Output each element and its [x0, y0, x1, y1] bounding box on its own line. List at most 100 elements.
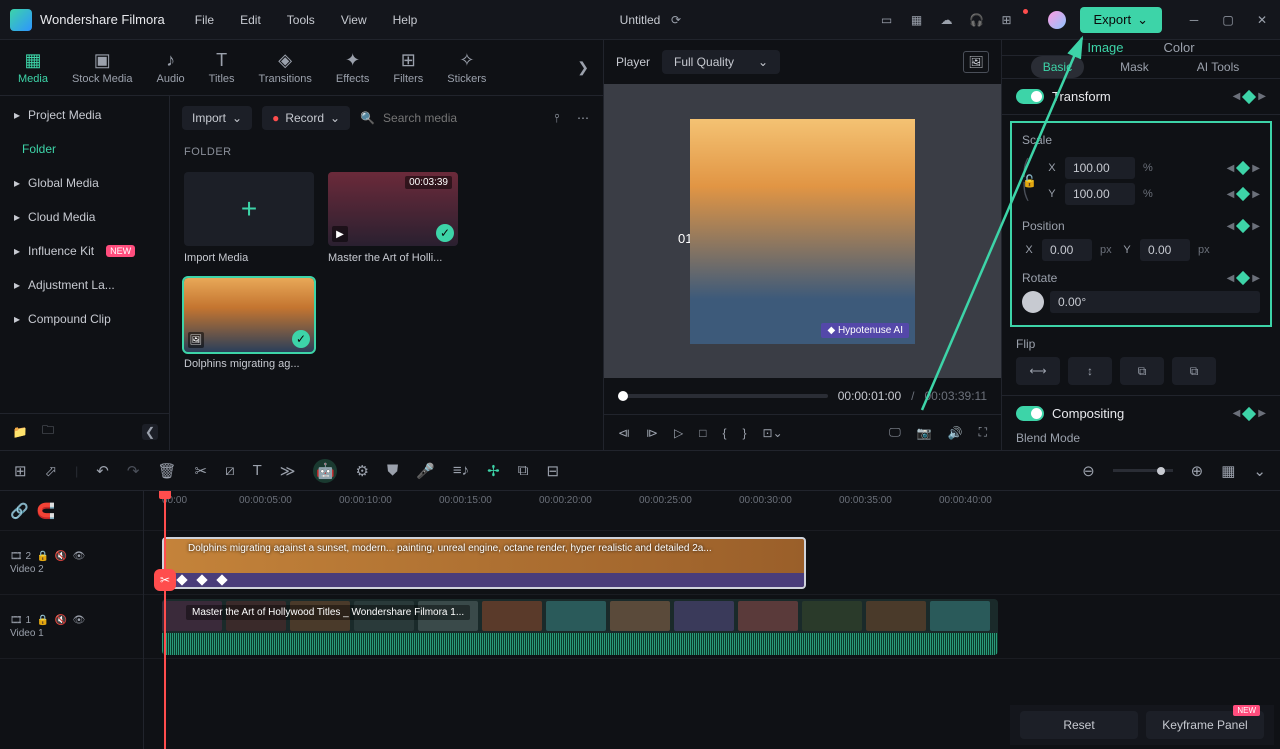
minimize-icon[interactable]: ─: [1186, 12, 1202, 28]
maximize-icon[interactable]: ▢: [1220, 12, 1236, 28]
volume-button[interactable]: 🔊: [948, 426, 963, 440]
tab-audio[interactable]: ♪Audio: [147, 46, 195, 89]
tab-filters[interactable]: ⊞Filters: [383, 46, 433, 89]
transform-toggle[interactable]: [1016, 89, 1044, 104]
thumb-dolphins[interactable]: 🖼✓ Dolphins migrating ag...: [184, 278, 314, 370]
subtab-mask[interactable]: Mask: [1108, 56, 1161, 78]
tab-stickers[interactable]: ✧Stickers: [437, 46, 496, 89]
paste-button[interactable]: ⧉: [1172, 357, 1216, 385]
flip-v-button[interactable]: ↕: [1068, 357, 1112, 385]
sidebar-adjustment-layer[interactable]: ▸Adjustment La...: [0, 268, 169, 302]
sidebar-influence-kit[interactable]: ▸Influence KitNEW: [0, 234, 169, 268]
sidebar-project-media[interactable]: ▸Project Media: [0, 98, 169, 132]
save-icon[interactable]: ▦: [909, 12, 925, 28]
caption-icon[interactable]: ⊟: [546, 462, 559, 480]
subtab-ai-tools[interactable]: AI Tools: [1185, 56, 1251, 78]
speed-icon[interactable]: ⚙: [355, 462, 368, 480]
rotate-dial[interactable]: [1022, 291, 1044, 313]
link-icon[interactable]: 🔗: [10, 502, 29, 520]
sidebar-global-media[interactable]: ▸Global Media: [0, 166, 169, 200]
stop-button[interactable]: □: [699, 426, 706, 440]
camera-button[interactable]: 📷: [917, 426, 932, 440]
tab-effects[interactable]: ✦Effects: [326, 46, 379, 89]
clip-dolphins[interactable]: Dolphins migrating against a sunset, mod…: [162, 537, 806, 589]
tab-media[interactable]: ▦Media: [8, 46, 58, 89]
keyframe-track[interactable]: [164, 573, 804, 587]
scale-y-input[interactable]: [1065, 183, 1135, 205]
close-icon[interactable]: ✕: [1254, 12, 1270, 28]
cloud-sync-icon[interactable]: ⟳: [668, 12, 684, 28]
flip-h-button[interactable]: ⟷: [1016, 357, 1060, 385]
magnet-icon[interactable]: 🧲: [37, 502, 56, 520]
tab-image[interactable]: Image: [1087, 40, 1123, 55]
kf-next-icon[interactable]: ▶: [1252, 221, 1260, 232]
crop-icon[interactable]: ⧄: [225, 462, 235, 479]
cloud-icon[interactable]: ☁: [939, 12, 955, 28]
menu-edit[interactable]: Edit: [240, 13, 261, 27]
new-folder-icon[interactable]: 📁: [12, 424, 28, 440]
compositing-toggle[interactable]: [1016, 406, 1044, 421]
kf-next-icon[interactable]: ▶: [1252, 273, 1260, 284]
tab-titles[interactable]: TTitles: [199, 46, 245, 89]
menu-tools[interactable]: Tools: [287, 13, 315, 27]
collapse-icon[interactable]: ❮: [142, 424, 158, 440]
track-v2[interactable]: Dolphins migrating against a sunset, mod…: [144, 531, 1280, 595]
keyframe-dot[interactable]: [216, 574, 227, 585]
snapshot-button[interactable]: 🖼: [963, 51, 989, 73]
pos-y-input[interactable]: [1140, 239, 1190, 261]
folder-icon[interactable]: 🗀: [40, 424, 56, 440]
tab-color[interactable]: Color: [1164, 40, 1195, 55]
pos-x-input[interactable]: [1042, 239, 1092, 261]
tab-stock-media[interactable]: ▣Stock Media: [62, 46, 143, 89]
kf-next-icon[interactable]: ▶: [1258, 91, 1266, 102]
preview-viewport[interactable]: 01 ◆ Hypotenuse AI: [604, 84, 1001, 378]
prev-frame-button[interactable]: ⧏: [618, 426, 630, 440]
more-tools-icon[interactable]: ≫: [280, 462, 296, 480]
apps-icon[interactable]: ⊞: [999, 12, 1015, 28]
track-v1[interactable]: Master the Art of Hollywood Titles _ Won…: [144, 595, 1280, 659]
menu-help[interactable]: Help: [393, 13, 418, 27]
scale-x-input[interactable]: [1065, 157, 1135, 179]
play-button[interactable]: ▷: [674, 426, 683, 440]
kf-prev-icon[interactable]: ◀: [1227, 163, 1235, 174]
delete-icon[interactable]: 🗑: [157, 462, 176, 480]
kf-prev-icon[interactable]: ◀: [1227, 273, 1235, 284]
thumb-import[interactable]: + Import Media: [184, 172, 314, 264]
quality-select[interactable]: Full Quality⌄: [662, 50, 780, 74]
export-button[interactable]: Export ⌄: [1080, 7, 1162, 33]
kf-add-icon[interactable]: [1236, 161, 1250, 175]
search-input[interactable]: [383, 111, 503, 125]
keyframe-dot[interactable]: [196, 574, 207, 585]
split-handle[interactable]: ✂: [154, 569, 176, 591]
split-icon[interactable]: ✂: [194, 462, 207, 480]
subtab-basic[interactable]: Basic: [1031, 56, 1084, 78]
rotate-input[interactable]: [1050, 291, 1260, 313]
kf-prev-icon[interactable]: ◀: [1233, 408, 1241, 419]
clip-hollywood[interactable]: Master the Art of Hollywood Titles _ Won…: [162, 599, 998, 655]
view-mode-icon[interactable]: ▦: [1221, 462, 1235, 480]
sidebar-folder[interactable]: Folder: [0, 132, 169, 166]
record-dropdown[interactable]: ●Record⌄: [262, 106, 350, 130]
undo-icon[interactable]: ↶: [96, 462, 109, 480]
tracks-area[interactable]: 00:00 00:00:05:00 00:00:10:00 00:00:15:0…: [144, 491, 1280, 749]
kf-add-icon[interactable]: [1236, 187, 1250, 201]
kf-add-icon[interactable]: [1242, 89, 1256, 103]
zoom-head[interactable]: [1157, 467, 1165, 475]
tab-transitions[interactable]: ◈Transitions: [249, 46, 322, 89]
kf-add-icon[interactable]: [1242, 406, 1256, 420]
kf-next-icon[interactable]: ▶: [1252, 163, 1260, 174]
zoom-slider[interactable]: [1113, 469, 1173, 472]
zoom-in-icon[interactable]: ⊕: [1191, 462, 1204, 480]
tabs-more-icon[interactable]: ❯: [571, 59, 595, 76]
kf-prev-icon[interactable]: ◀: [1233, 91, 1241, 102]
kf-add-icon[interactable]: [1236, 271, 1250, 285]
screen-icon[interactable]: ▭: [879, 12, 895, 28]
sidebar-cloud-media[interactable]: ▸Cloud Media: [0, 200, 169, 234]
shield-icon[interactable]: ⛊: [387, 462, 398, 479]
seek-bar[interactable]: [618, 394, 828, 398]
menu-file[interactable]: File: [195, 13, 214, 27]
keyframe-dot[interactable]: [176, 574, 187, 585]
ai-icon[interactable]: 🤖: [313, 459, 337, 483]
kf-prev-icon[interactable]: ◀: [1227, 189, 1235, 200]
more-icon[interactable]: ⋯: [575, 110, 591, 126]
